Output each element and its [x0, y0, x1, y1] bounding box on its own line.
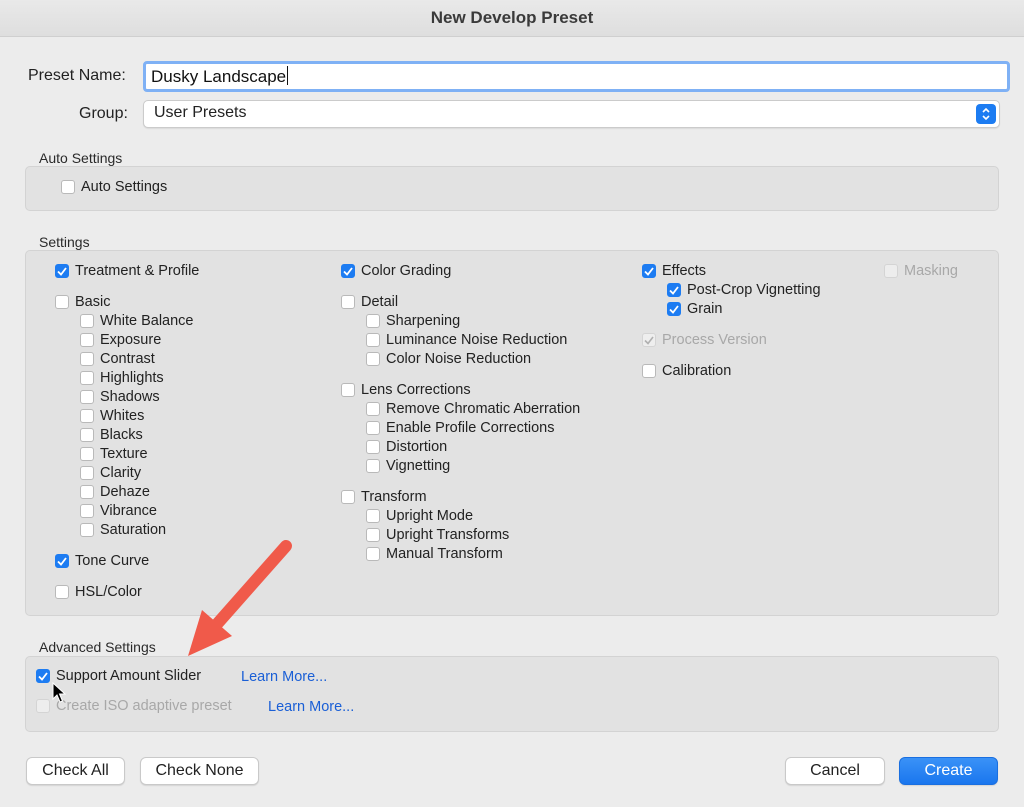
upright-mode-checkbox[interactable]: Upright Mode — [366, 508, 473, 524]
checkmark-icon — [642, 264, 656, 278]
luminance-noise-reduction-checkbox[interactable]: Luminance Noise Reduction — [366, 332, 567, 348]
auto-settings-panel — [25, 166, 999, 211]
title-bar: New Develop Preset — [0, 0, 1024, 37]
group-select[interactable]: User Presets — [143, 100, 1000, 128]
preset-name-label: Preset Name: — [28, 67, 126, 84]
calibration-checkbox[interactable]: Calibration — [642, 363, 731, 379]
manual-transform-checkbox[interactable]: Manual Transform — [366, 546, 503, 562]
treatment-profile-checkbox[interactable]: Treatment & Profile — [55, 263, 199, 279]
clarity-checkbox[interactable]: Clarity — [80, 465, 141, 481]
checkmark-icon — [36, 669, 50, 683]
check-all-button[interactable]: Check All — [26, 757, 125, 785]
hsl-color-checkbox[interactable]: HSL/Color — [55, 584, 142, 600]
preset-name-input[interactable]: Dusky Landscape — [143, 61, 1010, 92]
auto-settings-checkbox[interactable]: Auto Settings — [61, 179, 167, 195]
distortion-checkbox[interactable]: Distortion — [366, 439, 447, 455]
check-none-button[interactable]: Check None — [140, 757, 259, 785]
checkmark-icon — [55, 264, 69, 278]
lens-corrections-checkbox[interactable]: Lens Corrections — [341, 382, 471, 398]
checkmark-icon — [667, 283, 681, 297]
color-grading-checkbox[interactable]: Color Grading — [341, 263, 451, 279]
window-title: New Develop Preset — [430, 8, 594, 27]
group-select-value: User Presets — [154, 104, 247, 121]
whites-checkbox[interactable]: Whites — [80, 408, 144, 424]
text-caret — [287, 66, 289, 85]
learn-more-link-iso[interactable]: Learn More... — [268, 699, 354, 715]
highlights-checkbox[interactable]: Highlights — [80, 370, 164, 386]
annotation-arrow-icon — [188, 540, 292, 656]
checkmark-icon — [55, 554, 69, 568]
saturation-checkbox[interactable]: Saturation — [80, 522, 166, 538]
dehaze-checkbox[interactable]: Dehaze — [80, 484, 150, 500]
shadows-checkbox[interactable]: Shadows — [80, 389, 160, 405]
vibrance-checkbox[interactable]: Vibrance — [80, 503, 157, 519]
tone-curve-checkbox[interactable]: Tone Curve — [55, 553, 149, 569]
checkmark-icon — [341, 264, 355, 278]
vignetting-checkbox[interactable]: Vignetting — [366, 458, 450, 474]
remove-chromatic-aberration-checkbox[interactable]: Remove Chromatic Aberration — [366, 401, 580, 417]
auto-settings-heading: Auto Settings — [39, 150, 123, 166]
upright-transforms-checkbox[interactable]: Upright Transforms — [366, 527, 509, 543]
texture-checkbox[interactable]: Texture — [80, 446, 148, 462]
color-noise-reduction-checkbox[interactable]: Color Noise Reduction — [366, 351, 531, 367]
basic-checkbox[interactable]: Basic — [55, 294, 110, 310]
effects-checkbox[interactable]: Effects — [642, 263, 706, 279]
up-down-chevron-icon[interactable] — [976, 104, 996, 124]
preset-name-value: Dusky Landscape — [151, 67, 287, 86]
contrast-checkbox[interactable]: Contrast — [80, 351, 155, 367]
settings-heading: Settings — [39, 234, 90, 250]
checkmark-icon — [667, 302, 681, 316]
sharpening-checkbox[interactable]: Sharpening — [366, 313, 460, 329]
checkbox-box[interactable] — [61, 180, 75, 194]
learn-more-link-amount[interactable]: Learn More... — [241, 669, 327, 685]
checkmark-icon — [642, 333, 656, 347]
cancel-button[interactable]: Cancel — [785, 757, 885, 785]
group-label: Group: — [79, 105, 128, 122]
post-crop-vignetting-checkbox[interactable]: Post-Crop Vignetting — [667, 282, 821, 298]
transform-checkbox[interactable]: Transform — [341, 489, 427, 505]
grain-checkbox[interactable]: Grain — [667, 301, 722, 317]
masking-checkbox: Masking — [884, 263, 958, 279]
white-balance-checkbox[interactable]: White Balance — [80, 313, 194, 329]
detail-checkbox[interactable]: Detail — [341, 294, 398, 310]
blacks-checkbox[interactable]: Blacks — [80, 427, 143, 443]
exposure-checkbox[interactable]: Exposure — [80, 332, 161, 348]
create-button[interactable]: Create — [899, 757, 998, 785]
enable-profile-corrections-checkbox[interactable]: Enable Profile Corrections — [366, 420, 554, 436]
process-version-checkbox: Process Version — [642, 332, 767, 348]
mouse-cursor-icon — [52, 682, 66, 703]
advanced-settings-heading: Advanced Settings — [39, 639, 156, 655]
